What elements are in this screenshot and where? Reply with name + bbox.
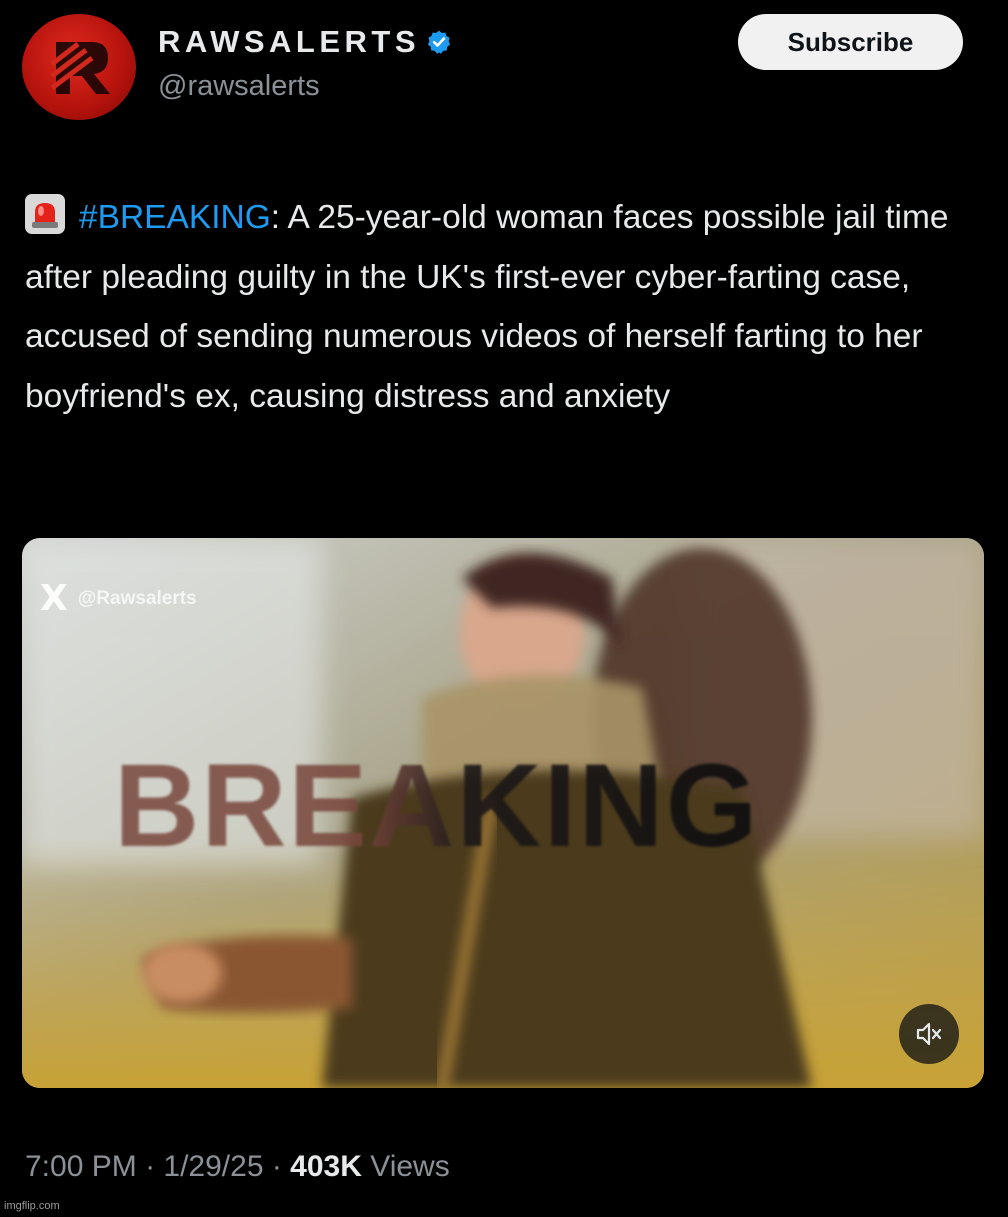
views-label: Views: [361, 1150, 450, 1183]
site-watermark: imgflip.com: [4, 1200, 60, 1212]
video-overlay-text: BREAKING: [114, 740, 760, 872]
tweet-meta: 7:00 PM · 1/29/25 · 403K Views: [25, 1150, 450, 1184]
meta-separator: ·: [136, 1150, 164, 1183]
speaker-muted-icon: [916, 1022, 942, 1046]
account-handle[interactable]: @rawsalerts: [158, 70, 320, 103]
display-name-row: RAWSALERTS: [158, 22, 452, 62]
subscribe-button[interactable]: Subscribe: [738, 14, 963, 70]
display-name[interactable]: RAWSALERTS: [158, 24, 420, 60]
verified-badge-icon: [427, 30, 451, 54]
tweet-date[interactable]: 1/29/25: [163, 1150, 263, 1183]
tweet-text: #BREAKING: A 25-year-old woman faces pos…: [25, 188, 985, 426]
rawsalerts-logo-icon[interactable]: [22, 14, 136, 120]
views-count: 403K: [290, 1150, 362, 1183]
tweet-time[interactable]: 7:00 PM: [25, 1150, 137, 1183]
video-player[interactable]: X @Rawsalerts BREAKING: [22, 538, 984, 1088]
hashtag-breaking[interactable]: #BREAKING: [79, 199, 271, 236]
video-watermark: X @Rawsalerts: [40, 578, 197, 619]
meta-separator: ·: [263, 1150, 291, 1183]
siren-emoji-icon: [25, 194, 65, 234]
tweet-header: RAWSALERTS @rawsalerts Subscribe: [0, 0, 1008, 130]
x-logo-icon: X: [40, 578, 68, 619]
mute-toggle-button[interactable]: [899, 1004, 959, 1064]
watermark-handle: @Rawsalerts: [77, 587, 197, 609]
